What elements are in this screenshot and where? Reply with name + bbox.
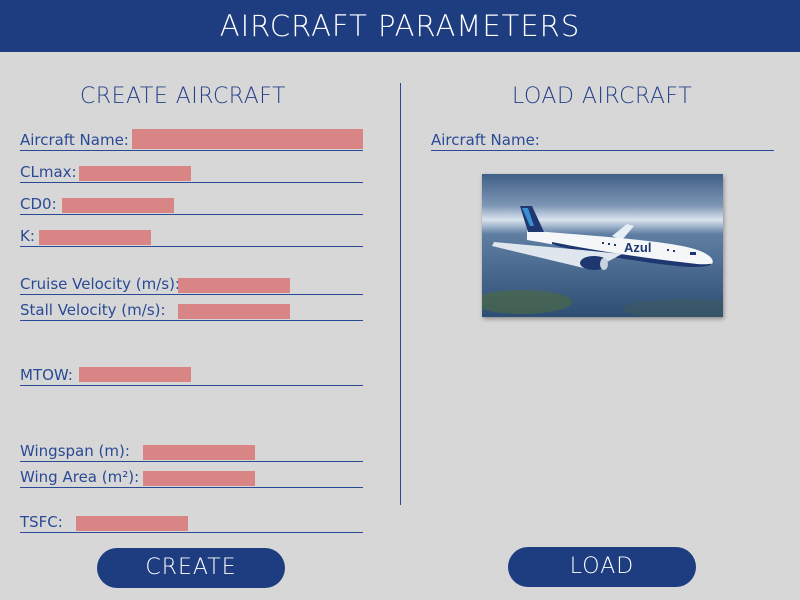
aircraft-photo: Azul (482, 174, 723, 317)
aircraft-name-label: Aircraft Name: (20, 131, 129, 149)
stall-velocity-field: Stall Velocity (m/s): (20, 297, 363, 321)
create-button[interactable]: CREATE (97, 548, 285, 588)
k-input[interactable] (39, 230, 151, 245)
load-aircraft-name-label: Aircraft Name: (431, 131, 540, 149)
mtow-field: MTOW: (20, 362, 363, 386)
create-section-title: CREATE AIRCRAFT (80, 84, 286, 109)
clmax-field: CLmax: (20, 159, 363, 183)
clmax-label: CLmax: (20, 163, 77, 181)
stall-velocity-label: Stall Velocity (m/s): (20, 301, 166, 319)
tsfc-input[interactable] (76, 516, 188, 531)
wing-area-input[interactable] (143, 471, 255, 486)
wingspan-label: Wingspan (m): (20, 442, 130, 460)
mtow-input[interactable] (79, 367, 191, 382)
k-label: K: (20, 227, 35, 245)
clmax-input[interactable] (79, 166, 191, 181)
app-header: AIRCRAFT PARAMETERS (0, 0, 800, 52)
stall-velocity-input[interactable] (178, 304, 290, 319)
cd0-field: CD0: (20, 191, 363, 215)
aircraft-name-field: Aircraft Name: (20, 127, 363, 151)
load-section-title: LOAD AIRCRAFT (512, 84, 693, 109)
load-aircraft-name-field[interactable]: Aircraft Name: (431, 127, 774, 151)
cd0-input[interactable] (62, 198, 174, 213)
wingspan-input[interactable] (143, 445, 255, 460)
wing-area-label: Wing Area (m²): (20, 468, 140, 486)
cd0-label: CD0: (20, 195, 57, 213)
tsfc-field: TSFC: (20, 509, 363, 533)
panel-divider (400, 83, 401, 505)
load-button[interactable]: LOAD (508, 547, 696, 587)
cruise-velocity-label: Cruise Velocity (m/s): (20, 275, 180, 293)
aircraft-photo-svg: Azul (482, 174, 723, 317)
cruise-velocity-input[interactable] (178, 278, 290, 293)
wingspan-field: Wingspan (m): (20, 438, 363, 462)
tsfc-label: TSFC: (20, 513, 63, 531)
mtow-label: MTOW: (20, 366, 73, 384)
app-title: AIRCRAFT PARAMETERS (219, 9, 581, 43)
k-field: K: (20, 223, 363, 247)
aircraft-name-input[interactable] (132, 129, 363, 149)
aircraft-livery-text: Azul (624, 240, 651, 255)
wing-area-field: Wing Area (m²): (20, 464, 363, 488)
cruise-velocity-field: Cruise Velocity (m/s): (20, 271, 363, 295)
